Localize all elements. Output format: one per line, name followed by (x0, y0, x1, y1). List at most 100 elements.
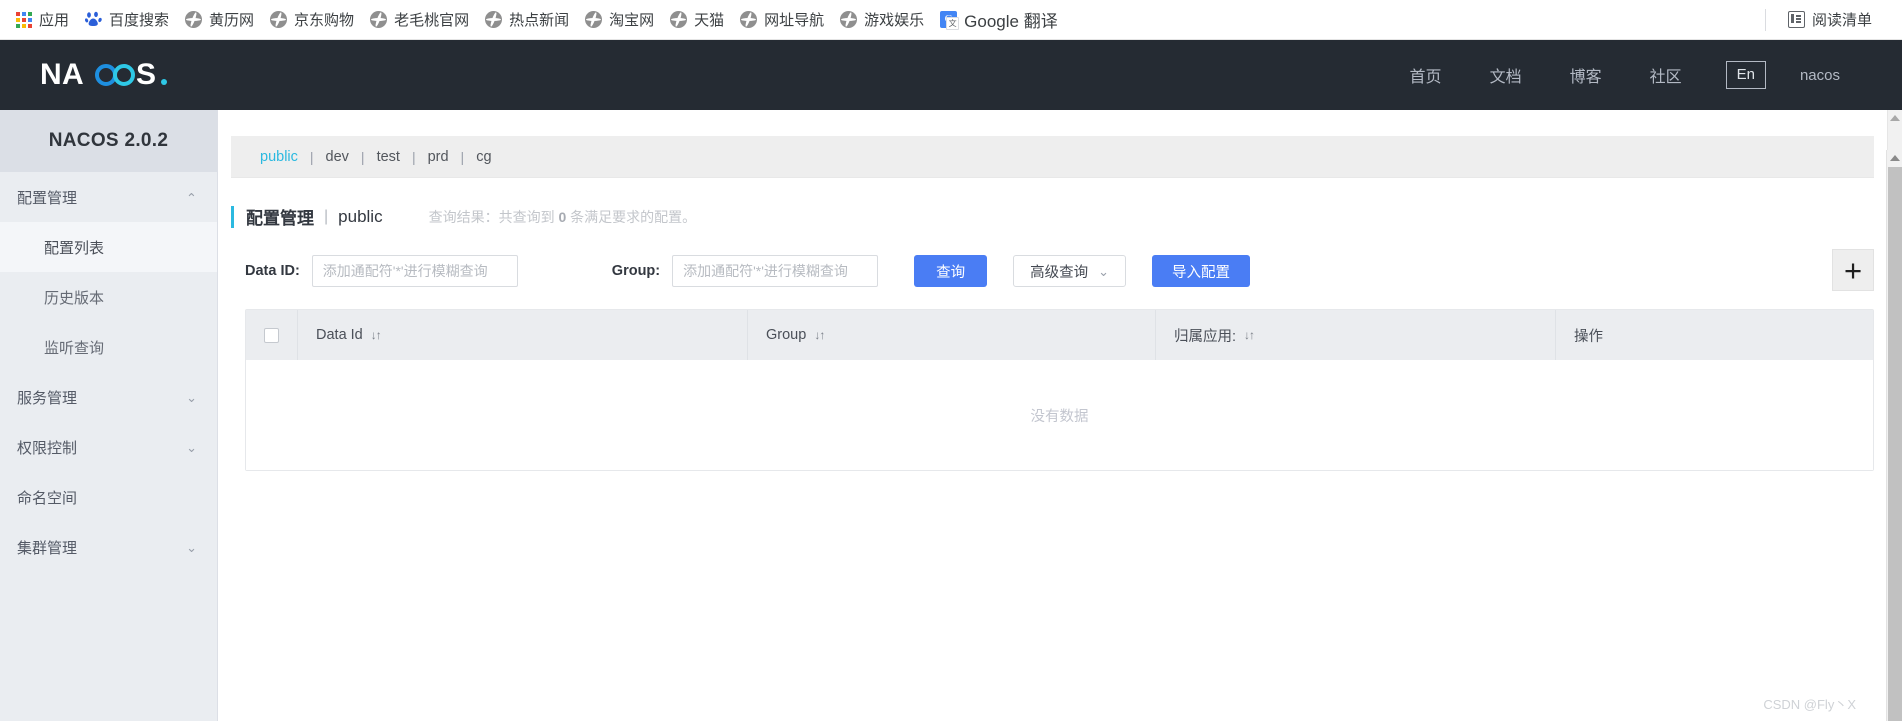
nav-item-docs[interactable]: 文档 (1466, 63, 1546, 87)
table-header-operations: 操作 (1556, 310, 1873, 360)
sidebar-item-namespace[interactable]: 命名空间 (0, 472, 217, 522)
sidebar-item-history-versions[interactable]: 历史版本 (0, 272, 217, 322)
select-all-checkbox[interactable] (264, 327, 279, 343)
namespace-tab-prd[interactable]: prd (426, 149, 451, 165)
query-button[interactable]: 查询 (914, 255, 988, 287)
sidebar-group-label: 命名空间 (17, 489, 78, 507)
nav-item-home[interactable]: 首页 (1386, 63, 1466, 87)
bookmark-tmall[interactable]: 天猫 (662, 5, 732, 34)
chevron-down-icon: ⌄ (186, 439, 197, 455)
bookmark-label: 淘宝网 (609, 12, 655, 29)
svg-text:N: N (40, 58, 62, 91)
bookmark-wangzhi-daohang[interactable]: 网址导航 (732, 5, 832, 34)
watermark: CSDN @Fly丶X (1763, 697, 1856, 712)
globe-icon (840, 11, 858, 28)
globe-icon (740, 11, 758, 28)
sidebar: NACOS 2.0.2 配置管理 ⌄ 配置列表 历史版本 监听查询 服务管理 ⌄… (0, 110, 218, 721)
svg-text:A: A (62, 58, 84, 91)
globe-icon (185, 11, 203, 28)
namespace-separator: | (460, 148, 465, 165)
globe-icon (670, 11, 688, 28)
bookmark-laomaotao[interactable]: 老毛桃官网 (362, 5, 477, 34)
namespace-tab-dev[interactable]: dev (324, 149, 351, 165)
globe-icon (485, 11, 503, 28)
table-header-belong-app[interactable]: 归属应用: ↓↑ (1156, 310, 1556, 360)
bookmark-jingdong[interactable]: 京东购物 (262, 5, 362, 34)
namespace-tab-test[interactable]: test (375, 149, 402, 165)
namespace-tab-public[interactable]: public (258, 149, 300, 165)
bookmark-label: 黄历网 (209, 12, 255, 29)
column-label: Group (766, 327, 807, 343)
result-prefix: 查询结果：共查询到 (428, 208, 559, 225)
table-header-select-all[interactable] (246, 310, 298, 360)
query-result-text: 查询结果：共查询到 0 条满足要求的配置。 (429, 207, 697, 227)
group-input[interactable] (672, 255, 879, 287)
sort-icon[interactable]: ↓↑ (1244, 329, 1255, 341)
chevron-down-icon: ⌄ (186, 539, 197, 555)
plus-icon: + (1843, 252, 1863, 288)
sidebar-item-config-list[interactable]: 配置列表 (0, 222, 217, 272)
scroll-up-arrow-icon[interactable] (1889, 155, 1900, 161)
page-title-namespace: public (338, 206, 383, 226)
sidebar-group-authority-control[interactable]: 权限控制 ⌄ (0, 422, 217, 472)
bookmark-taobao[interactable]: 淘宝网 (577, 5, 662, 34)
bookmark-baidu[interactable]: 百度搜索 (77, 5, 177, 34)
data-id-input[interactable] (311, 255, 518, 287)
app-body: NACOS 2.0.2 配置管理 ⌄ 配置列表 历史版本 监听查询 服务管理 ⌄… (0, 110, 1902, 721)
advanced-query-button[interactable]: 高级查询 ⌄ (1013, 255, 1127, 287)
nacos-logo[interactable]: N A S (40, 58, 190, 92)
title-separator: | (324, 207, 329, 225)
bookmark-label: 天猫 (694, 12, 725, 29)
table-header-group[interactable]: Group ↓↑ (748, 310, 1156, 360)
scrollbar-thumb[interactable] (1888, 167, 1902, 721)
sort-icon[interactable]: ↓↑ (371, 329, 382, 341)
browser-scrollbar[interactable] (1886, 150, 1902, 721)
table-header-data-id[interactable]: Data Id ↓↑ (298, 310, 748, 360)
globe-icon (370, 11, 388, 28)
empty-text: 没有数据 (1030, 408, 1089, 425)
user-menu[interactable]: nacos (1786, 67, 1862, 84)
bookmark-games[interactable]: 游戏娱乐 (832, 5, 932, 34)
browser-bookmarks-bar: 应用 百度搜索 黄历网 京东购物 老毛桃官网 热点新闻 淘宝网 天猫 网址导航 … (0, 0, 1902, 40)
nav-item-community[interactable]: 社区 (1626, 63, 1706, 87)
top-navigation: 首页 文档 博客 社区 En nacos (1386, 61, 1902, 89)
reading-list-button[interactable]: 阅读清单 (1780, 5, 1880, 34)
bookmark-google-translate[interactable]: G Google 翻译 (932, 3, 1066, 36)
chevron-down-icon: ⌄ (1098, 263, 1110, 279)
sidebar-group-config-management[interactable]: 配置管理 ⌄ (0, 172, 217, 222)
bookmark-label: 游戏娱乐 (864, 12, 925, 29)
apps-grid-icon (16, 11, 32, 28)
namespace-tab-bar: public | dev | test | prd | cg (231, 136, 1874, 178)
group-label: Group: (611, 263, 661, 279)
bookmark-redian-news[interactable]: 热点新闻 (477, 5, 577, 34)
svg-text:S: S (136, 58, 157, 91)
toolbar-divider (1764, 8, 1766, 31)
bookmark-label: 京东购物 (294, 12, 355, 29)
data-id-label: Data ID: (245, 263, 300, 279)
sidebar-group-label: 配置管理 (17, 189, 78, 207)
import-config-button[interactable]: 导入配置 (1152, 255, 1251, 287)
scroll-up-arrow-icon[interactable] (1890, 115, 1900, 121)
chevron-down-icon: ⌄ (186, 389, 197, 405)
bookmark-label: 百度搜索 (109, 12, 170, 29)
nav-item-blog[interactable]: 博客 (1546, 63, 1626, 87)
language-switch-button[interactable]: En (1725, 61, 1766, 89)
namespace-tab-cg[interactable]: cg (474, 149, 493, 165)
sidebar-group-cluster-management[interactable]: 集群管理 ⌄ (0, 522, 217, 572)
sort-icon[interactable]: ↓↑ (814, 329, 825, 341)
table-header-row: Data Id ↓↑ Group ↓↑ 归属应用: ↓↑ 操作 (246, 310, 1873, 360)
page-title-row: 配置管理 | public 查询结果：共查询到 0 条满足要求的配置。 (231, 204, 1874, 229)
sidebar-group-label: 权限控制 (17, 439, 78, 457)
sidebar-group-service-management[interactable]: 服务管理 ⌄ (0, 372, 217, 422)
app-header: N A S 首页 文档 博客 社区 En nacos (0, 40, 1902, 110)
bookmark-huangliwang[interactable]: 黄历网 (177, 5, 262, 34)
title-accent-bar (231, 205, 234, 228)
bookmark-apps[interactable]: 应用 (8, 5, 77, 34)
reading-list-icon (1787, 11, 1805, 28)
google-translate-icon: G (940, 11, 960, 30)
add-config-button[interactable]: + (1832, 249, 1874, 291)
sidebar-item-listener-query[interactable]: 监听查询 (0, 322, 217, 372)
namespace-separator: | (309, 148, 314, 165)
bookmark-label: 热点新闻 (509, 12, 570, 29)
sidebar-group-label: 集群管理 (17, 539, 78, 557)
